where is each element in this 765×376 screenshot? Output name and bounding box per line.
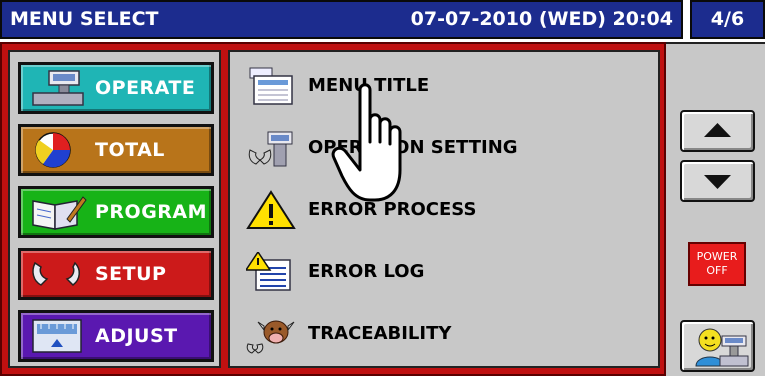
menu-item-label: MENU TITLE xyxy=(308,75,430,96)
scroll-down-button[interactable] xyxy=(680,160,755,202)
category-setup-button[interactable]: SETUP xyxy=(18,248,214,300)
operation-setting-icon xyxy=(248,131,293,167)
pie-chart-icon xyxy=(35,132,71,168)
category-label: SETUP xyxy=(95,263,167,285)
category-label: TOTAL xyxy=(95,139,165,161)
main-frame: OPERATE TOTAL PROGRAM SETUP ADJUST MENU … xyxy=(0,42,666,376)
menu-item-traceability[interactable]: TRACEABILITY xyxy=(246,312,626,356)
header-bar: MENU SELECT 07-07-2010 (WED) 20:04 xyxy=(0,0,683,39)
menu-item-label: TRACEABILITY xyxy=(308,323,452,344)
screen: MENU SELECT 07-07-2010 (WED) 20:04 4/6 O… xyxy=(0,0,765,376)
menu-item-label: ERROR LOG xyxy=(308,261,425,282)
right-sidebar: POWER OFF xyxy=(666,42,765,376)
arrow-up-icon xyxy=(704,123,731,137)
menu-panel: MENU TITLE OPERATION SETTING ERROR PROCE… xyxy=(228,50,660,368)
error-log-icon xyxy=(246,252,291,291)
power-label: POWER xyxy=(696,250,738,263)
warning-icon xyxy=(246,190,296,229)
menu-item-menu-title[interactable]: MENU TITLE xyxy=(246,64,626,108)
category-adjust-button[interactable]: ADJUST xyxy=(18,310,214,362)
category-column: OPERATE TOTAL PROGRAM SETUP ADJUST xyxy=(8,50,221,368)
category-program-button[interactable]: PROGRAM xyxy=(18,186,214,238)
off-label: OFF xyxy=(706,264,728,277)
wrench-icon xyxy=(32,261,80,286)
operator-button[interactable] xyxy=(680,320,755,372)
category-total-button[interactable]: TOTAL xyxy=(18,124,214,176)
menu-item-label: OPERATION SETTING xyxy=(308,137,518,158)
menu-title-icon xyxy=(249,67,293,105)
book-pen-icon xyxy=(32,196,87,230)
page-title: MENU SELECT xyxy=(10,8,159,30)
operator-scale-icon xyxy=(695,328,749,367)
menu-item-error-process[interactable]: ERROR PROCESS xyxy=(246,188,626,232)
category-label: OPERATE xyxy=(95,77,196,99)
category-label: PROGRAM xyxy=(95,201,208,223)
scale-icon xyxy=(32,70,84,106)
scroll-up-button[interactable] xyxy=(680,110,755,152)
menu-item-error-log[interactable]: ERROR LOG xyxy=(246,250,626,294)
power-off-button[interactable]: POWER OFF xyxy=(688,242,746,286)
category-operate-button[interactable]: OPERATE xyxy=(18,62,214,114)
page-indicator: 4/6 xyxy=(690,0,765,39)
menu-item-operation-setting[interactable]: OPERATION SETTING xyxy=(246,126,626,170)
adjust-scale-icon xyxy=(32,319,82,353)
date-time: 07-07-2010 (WED) 20:04 xyxy=(410,8,673,30)
menu-item-label: ERROR PROCESS xyxy=(308,199,477,220)
cow-icon xyxy=(246,320,295,354)
arrow-down-icon xyxy=(704,175,731,189)
category-label: ADJUST xyxy=(95,325,178,347)
